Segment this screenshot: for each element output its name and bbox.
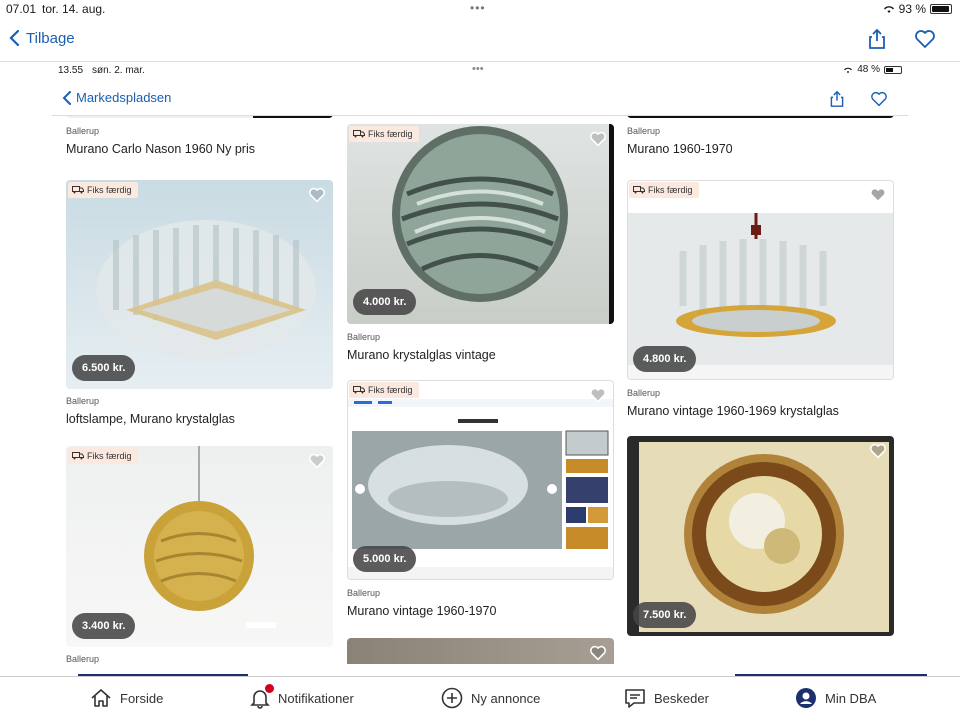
status-date: tor. 14. aug. <box>42 2 106 16</box>
fiks-faerdig-badge: Fiks færdig <box>68 182 138 198</box>
listing-title[interactable]: Murano 1960-1970 <box>627 142 733 156</box>
listing-image <box>627 116 894 118</box>
badge-label: Fiks færdig <box>87 185 132 195</box>
fiks-faerdig-badge: Fiks færdig <box>629 182 699 198</box>
listing-title[interactable]: Murano krystalglas vintage <box>347 348 496 362</box>
badge-label: Fiks færdig <box>368 385 413 395</box>
heart-icon[interactable] <box>307 451 327 471</box>
listing-title[interactable]: loftslampe, Murano krystalglas <box>66 412 235 426</box>
fiks-faerdig-badge: Fiks færdig <box>68 448 138 464</box>
status-right: 93 % <box>883 2 952 16</box>
inner-back-button[interactable]: Markedspladsen <box>62 90 171 105</box>
tab-label: Beskeder <box>654 690 709 706</box>
heart-icon[interactable] <box>588 385 608 405</box>
listing-location: Ballerup <box>66 654 100 664</box>
truck-icon <box>633 186 645 194</box>
multitask-dots-icon[interactable]: ••• <box>470 1 486 15</box>
tab-beskeder[interactable]: Beskeder <box>624 687 709 709</box>
listing-image <box>347 638 614 664</box>
tab-label: Forside <box>120 690 164 706</box>
battery-icon <box>930 4 952 14</box>
status-time: 07.01 <box>6 2 37 16</box>
notification-dot <box>264 683 275 694</box>
inner-heart-icon[interactable] <box>868 88 890 110</box>
badge-label: Fiks færdig <box>648 185 693 195</box>
listing-title[interactable]: Murano vintage 1960-1970 <box>347 604 496 618</box>
heart-icon[interactable] <box>307 185 327 205</box>
back-label: Tilbage <box>26 29 75 47</box>
fiks-faerdig-badge: Fiks færdig <box>349 126 419 142</box>
price-tag: 4.000 kr. <box>353 289 417 315</box>
inner-status-bar: 13.55 søn. 2. mar. ••• 48 % <box>52 62 908 78</box>
favorite-heart-icon[interactable] <box>914 28 936 50</box>
plus-circle-icon <box>441 687 463 709</box>
listing-location: Ballerup <box>347 332 381 342</box>
tab-notifikationer[interactable]: Notifikationer <box>250 683 354 709</box>
battery-percent: 93 % <box>898 2 926 16</box>
heart-icon[interactable] <box>868 185 888 205</box>
listing-card[interactable] <box>347 638 614 664</box>
truck-icon <box>353 130 365 138</box>
listing-card[interactable]: Ballerup Murano Carlo Nason 1960 Ny pris <box>66 116 333 170</box>
listing-location: Ballerup <box>627 388 661 398</box>
listing-card[interactable]: 7.500 kr. <box>627 436 894 664</box>
listing-image <box>66 116 333 118</box>
truck-icon <box>72 452 84 460</box>
inner-wifi-icon <box>844 67 853 73</box>
tab-forside[interactable]: Forside <box>90 687 163 709</box>
listing-grid: Ballerup Murano Carlo Nason 1960 Ny pris <box>52 116 908 664</box>
listing-card[interactable]: Fiks færdig 4.000 kr. Ballerup Murano kr… <box>347 124 614 364</box>
listing-title[interactable]: Murano Carlo Nason 1960 Ny pris <box>66 142 255 156</box>
truck-icon <box>353 386 365 394</box>
inner-navigation-bar: Markedspladsen <box>52 82 908 116</box>
wifi-icon <box>883 6 894 13</box>
tab-ny-annonce[interactable]: Ny annonce <box>441 687 540 709</box>
listing-location: Ballerup <box>347 588 381 598</box>
listing-location: Ballerup <box>627 126 661 136</box>
listing-card[interactable]: Fiks færdig 4.800 kr. Ballerup Murano vi… <box>627 180 894 420</box>
heart-icon[interactable] <box>868 441 888 461</box>
badge-label: Fiks færdig <box>368 129 413 139</box>
inner-battery-percent: 48 % <box>857 64 880 75</box>
outer-navigation-bar: Tilbage <box>0 20 960 62</box>
price-tag: 5.000 kr. <box>353 546 417 572</box>
price-tag: 3.400 kr. <box>72 613 136 639</box>
price-tag: 7.500 kr. <box>633 602 697 628</box>
fiks-faerdig-badge: Fiks færdig <box>349 382 419 398</box>
listing-card[interactable]: Fiks færdig 6.500 kr. Ballerup loftslamp… <box>66 180 333 430</box>
share-icon[interactable] <box>866 28 888 50</box>
inner-status-date: søn. 2. mar. <box>92 65 145 76</box>
truck-icon <box>72 186 84 194</box>
embedded-screenshot: 13.55 søn. 2. mar. ••• 48 % Markedsplads… <box>52 62 908 664</box>
tab-label: Notifikationer <box>278 690 354 706</box>
price-tag: 4.800 kr. <box>633 346 697 372</box>
listing-title[interactable]: Murano vintage 1960-1969 krystalglas <box>627 404 839 418</box>
home-icon <box>91 689 111 707</box>
tab-min-dba[interactable]: Min DBA <box>795 687 876 709</box>
listing-card[interactable]: Ballerup Murano 1960-1970 <box>627 116 894 170</box>
listing-location: Ballerup <box>66 396 100 406</box>
tab-label: Ny annonce <box>471 690 541 706</box>
user-icon <box>796 688 816 708</box>
inner-status-time: 13.55 <box>58 65 84 76</box>
inner-multitask-dots-icon: ••• <box>472 63 484 75</box>
heart-icon[interactable] <box>588 129 608 149</box>
bottom-tab-bar: Forside Notifikationer Ny annonce Besked… <box>0 676 960 720</box>
listing-card[interactable]: Fiks færdig 3.400 kr. Ballerup <box>66 446 333 664</box>
inner-chevron-left-icon <box>62 90 71 105</box>
price-tag: 6.500 kr. <box>72 355 136 381</box>
chat-icon <box>625 689 645 708</box>
back-button[interactable]: Tilbage <box>8 29 75 47</box>
chevron-left-icon <box>9 29 20 47</box>
badge-label: Fiks færdig <box>87 451 132 461</box>
inner-share-icon[interactable] <box>826 88 848 110</box>
heart-icon[interactable] <box>588 643 608 663</box>
status-bar: 07.01 tor. 14. aug. ••• 93 % <box>0 0 960 18</box>
listing-card[interactable]: Fiks færdig 5.000 kr. Ballerup Murano vi… <box>347 380 614 620</box>
inner-back-label: Markedspladsen <box>76 90 172 105</box>
listing-location: Ballerup <box>66 126 100 136</box>
tab-label: Min DBA <box>825 690 877 706</box>
inner-battery-icon <box>884 65 902 74</box>
